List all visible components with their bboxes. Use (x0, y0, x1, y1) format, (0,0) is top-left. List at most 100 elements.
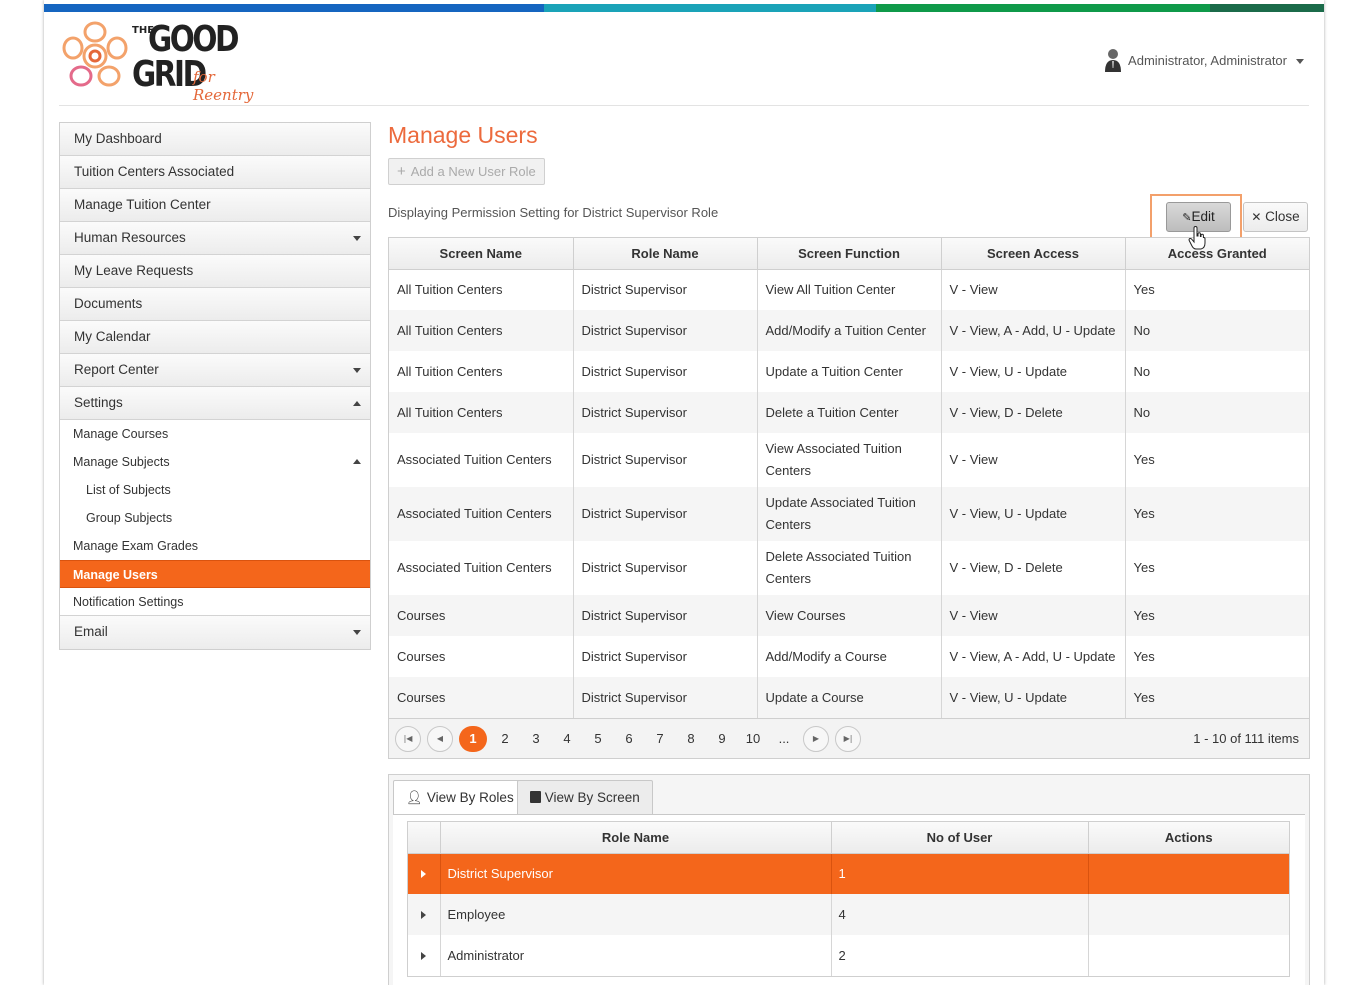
sidebar-item-manage-users[interactable]: Manage Users (60, 560, 370, 588)
close-button[interactable]: ✕ Close (1243, 202, 1308, 232)
table-cell[interactable] (1088, 935, 1289, 976)
logo[interactable]: THE GOOD GRID for Reentry (59, 18, 279, 104)
expand-cell[interactable] (408, 894, 441, 935)
table-cell: District Supervisor (440, 853, 832, 894)
user-icon: 👤︎ (406, 790, 424, 805)
column-header-screen-function[interactable]: Screen Function (757, 238, 942, 270)
page-number-button[interactable]: 9 (708, 726, 736, 752)
previous-page-icon[interactable]: ◀ (427, 726, 453, 752)
table-row[interactable]: All Tuition Centers District Supervisor De… (389, 392, 1309, 433)
table-row[interactable]: Associated Tuition Centers District Super… (389, 541, 1309, 595)
sidebar-item-label: Notification Settings (73, 595, 184, 609)
sidebar-item-report-center[interactable]: Report Center (60, 354, 370, 387)
tab-view-by-screen[interactable]: View By Screen (517, 780, 653, 815)
column-header-role-name[interactable]: Role Name (573, 238, 758, 270)
roles-tabs-panel: 👤︎ View By Roles View By Screen Role Nam… (388, 774, 1310, 985)
table-cell: District Supervisor (573, 541, 758, 595)
expand-cell[interactable] (408, 853, 441, 894)
table-cell: No (1125, 392, 1309, 433)
sidebar-item-label: Manage Courses (73, 427, 169, 441)
sidebar-item-label: Group Subjects (86, 511, 173, 525)
sidebar-item-my-dashboard[interactable]: My Dashboard (60, 123, 370, 156)
column-header-screen-access[interactable]: Screen Access (941, 238, 1126, 270)
first-page-icon[interactable]: |◀ (395, 726, 421, 752)
page-number-button[interactable]: 6 (615, 726, 643, 752)
role-row[interactable]: Administrator 2 (408, 935, 1289, 976)
table-cell: Administrator (440, 935, 832, 976)
expand-cell[interactable] (408, 935, 441, 976)
page-number-button[interactable]: ... (770, 726, 798, 752)
table-cell: All Tuition Centers (389, 351, 574, 392)
table-cell[interactable] (1088, 894, 1289, 935)
roles-grid: Role Name No of User Actions District Su… (407, 821, 1290, 977)
table-cell: View All Tuition Center (757, 269, 942, 310)
table-cell: District Supervisor (573, 433, 758, 487)
sidebar-item-settings[interactable]: Settings (60, 387, 370, 420)
sidebar-item-label: Report Center (74, 362, 159, 377)
table-row[interactable]: All Tuition Centers District Supervisor Ad… (389, 310, 1309, 351)
sidebar-item-my-leave-requests[interactable]: My Leave Requests (60, 255, 370, 288)
table-cell: V - View, D - Delete (941, 541, 1126, 595)
last-page-icon[interactable]: ▶| (835, 726, 861, 752)
page-number-button[interactable]: 10 (739, 726, 767, 752)
table-row[interactable]: Courses District Supervisor Update a Cours… (389, 677, 1309, 718)
sidebar-item-my-calendar[interactable]: My Calendar (60, 321, 370, 354)
expand-arrow-icon[interactable] (421, 911, 426, 919)
table-row[interactable]: All Tuition Centers District Supervisor Vi… (389, 269, 1309, 310)
column-header-role-name[interactable]: Role Name (440, 822, 832, 854)
add-user-role-button[interactable]: + Add a New User Role (388, 158, 545, 185)
table-cell: District Supervisor (573, 269, 758, 310)
column-header-no-of-user[interactable]: No of User (831, 822, 1089, 854)
sidebar-item-manage-exam-grades[interactable]: Manage Exam Grades (60, 532, 370, 560)
page-number-button[interactable]: 5 (584, 726, 612, 752)
sidebar-item-tuition-centers-associated[interactable]: Tuition Centers Associated (60, 156, 370, 189)
hand-cursor-icon (1188, 226, 1206, 250)
sidebar-item-manage-tuition-center[interactable]: Manage Tuition Center (60, 189, 370, 222)
sidebar-item-group-subjects[interactable]: Group Subjects (60, 504, 370, 532)
page-number-button[interactable]: 3 (522, 726, 550, 752)
sidebar-item-manage-subjects[interactable]: Manage Subjects (60, 448, 370, 476)
app-frame: THE GOOD GRID for Reentry Administrator,… (44, 0, 1324, 985)
table-cell: View Courses (757, 595, 942, 636)
table-cell: 4 (831, 894, 1089, 935)
expand-arrow-icon[interactable] (421, 870, 426, 879)
column-header-screen-name[interactable]: Screen Name (389, 238, 574, 270)
permission-caption: Displaying Permission Setting for Distri… (388, 205, 719, 220)
column-header-access-granted[interactable]: Access Granted (1125, 238, 1309, 270)
table-cell[interactable] (1088, 853, 1289, 894)
sidebar-item-manage-courses[interactable]: Manage Courses (60, 420, 370, 448)
sidebar-nav: My Dashboard Tuition Centers Associated … (59, 122, 371, 650)
logo-the-text: THE (132, 25, 155, 36)
expand-arrow-icon[interactable] (421, 952, 426, 960)
table-cell: District Supervisor (573, 677, 758, 718)
sidebar-item-documents[interactable]: Documents (60, 288, 370, 321)
close-button-label: Close (1265, 209, 1300, 224)
table-row[interactable]: Courses District Supervisor Add/Modify a C… (389, 636, 1309, 677)
user-menu[interactable]: Administrator, Administrator (1104, 48, 1304, 72)
pager: |◀ ◀ 1 2 3 4 5 6 7 8 9 10... ▶ ▶| 1 - 10 of 111 i… (389, 718, 1309, 758)
sidebar-item-human-resources[interactable]: Human Resources (60, 222, 370, 255)
table-cell: Update Associated Tuition Centers (757, 487, 942, 541)
sidebar-item-list-of-subjects[interactable]: List of Subjects (60, 476, 370, 504)
page-number-button[interactable]: 8 (677, 726, 705, 752)
table-row[interactable]: Courses District Supervisor View Courses V … (389, 595, 1309, 636)
page-number-button[interactable]: 2 (491, 726, 519, 752)
page-number-button[interactable]: 4 (553, 726, 581, 752)
table-row[interactable]: Associated Tuition Centers District Super… (389, 487, 1309, 541)
sidebar-item-notification-settings[interactable]: Notification Settings (60, 588, 370, 616)
sidebar-item-email[interactable]: Email (60, 616, 370, 649)
table-cell: Add/Modify a Course (757, 636, 942, 677)
page-number-button[interactable]: 7 (646, 726, 674, 752)
table-row[interactable]: Associated Tuition Centers District Super… (389, 433, 1309, 487)
table-cell: No (1133, 363, 1151, 379)
page-number-button[interactable]: 1 (459, 726, 487, 752)
tab-view-by-roles[interactable]: 👤︎ View By Roles (393, 780, 527, 816)
role-row[interactable]: Employee 4 (408, 894, 1289, 935)
table-cell: V - View (941, 433, 1126, 487)
next-page-icon[interactable]: ▶ (803, 726, 829, 752)
table-cell: All Tuition Centers (389, 310, 574, 351)
table-row[interactable]: All Tuition Centers District Supervisor Up… (389, 351, 1309, 392)
column-header-actions[interactable]: Actions (1088, 822, 1289, 854)
table-cell: V - View, U - Update (941, 677, 1126, 718)
role-row[interactable]: District Supervisor 1 (408, 853, 1289, 894)
